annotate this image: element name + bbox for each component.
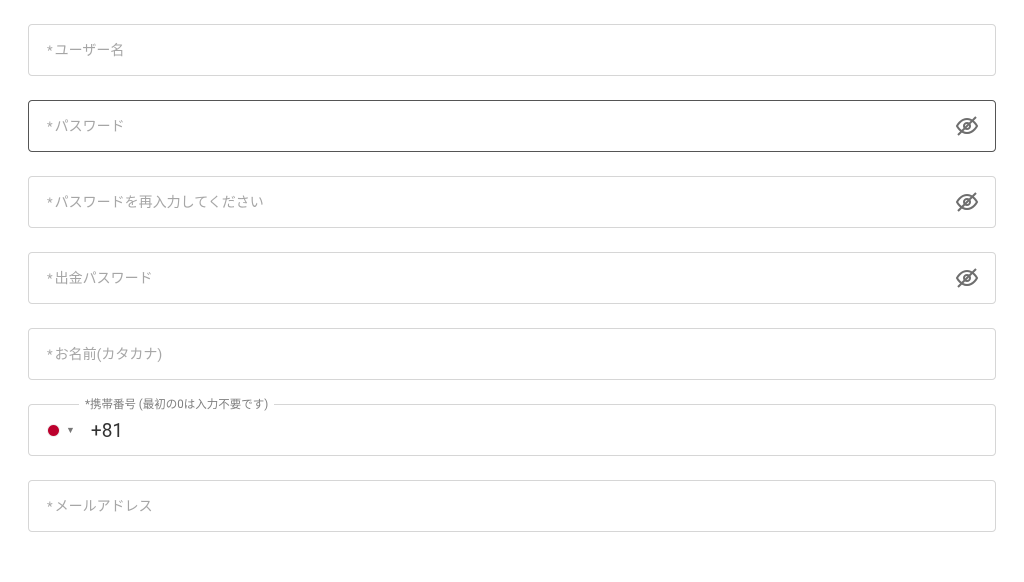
eye-off-icon <box>955 266 979 290</box>
withdraw-password-field[interactable]: *出金パスワード <box>28 252 996 304</box>
japan-flag-icon <box>47 424 60 437</box>
registration-form: *ユーザー名 *パスワード *パスワードを再入力してください <box>28 24 996 532</box>
country-selector[interactable]: ▼ <box>47 424 75 437</box>
dial-code: +81 <box>91 419 123 442</box>
phone-label: *携帯番号 (最初の0は入力不要です) <box>79 396 274 412</box>
username-placeholder: *ユーザー名 <box>47 40 124 60</box>
password-placeholder: *パスワード <box>47 116 125 136</box>
toggle-password-visibility-button[interactable] <box>953 112 981 140</box>
password-confirm-placeholder: *パスワードを再入力してください <box>47 192 264 212</box>
withdraw-password-placeholder: *出金パスワード <box>47 268 153 288</box>
phone-content: ▼ +81 <box>47 419 123 442</box>
email-placeholder: *メールアドレス <box>47 496 153 516</box>
toggle-withdraw-password-visibility-button[interactable] <box>953 264 981 292</box>
name-katakana-placeholder: *お名前(カタカナ) <box>47 344 162 364</box>
eye-off-icon <box>955 114 979 138</box>
password-field[interactable]: *パスワード <box>28 100 996 152</box>
email-field[interactable]: *メールアドレス <box>28 480 996 532</box>
eye-off-icon <box>955 190 979 214</box>
toggle-password-confirm-visibility-button[interactable] <box>953 188 981 216</box>
username-field[interactable]: *ユーザー名 <box>28 24 996 76</box>
chevron-down-icon: ▼ <box>66 425 75 436</box>
phone-field[interactable]: *携帯番号 (最初の0は入力不要です) ▼ +81 <box>28 404 996 456</box>
name-katakana-field[interactable]: *お名前(カタカナ) <box>28 328 996 380</box>
password-confirm-field[interactable]: *パスワードを再入力してください <box>28 176 996 228</box>
